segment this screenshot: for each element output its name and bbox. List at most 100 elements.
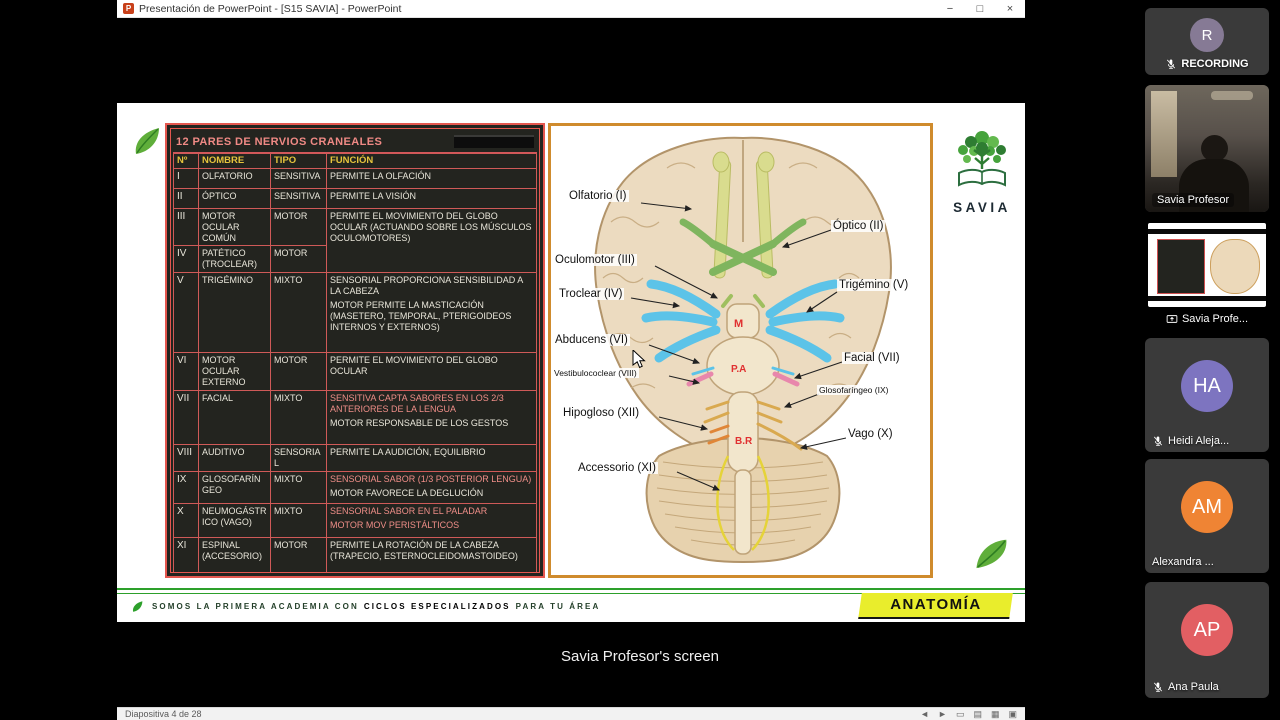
leaf-decoration-top-left (135, 128, 159, 154)
cell-name: GLOSOFARÍNGEO (198, 471, 271, 505)
column-header: FUNCIÓN (326, 153, 537, 169)
powerpoint-window: P Presentación de PowerPoint - [S15 SAVI… (117, 0, 1025, 720)
cell-number: III (173, 207, 199, 247)
cell-function: PERMITE EL MOVIMIENTO DEL GLOBO OCULAR (326, 352, 537, 392)
ceiling-light (1211, 91, 1253, 100)
chalkboard-eraser (454, 135, 534, 148)
savia-logo: SAVIA (937, 123, 1027, 215)
nerve-label-vagus: Vago (X) (846, 428, 895, 440)
table-row: I OLFATORIO SENSITIVA PERMITE LA OLFACIÓ… (173, 167, 537, 189)
leaf-decoration-bottom-right (976, 539, 1007, 569)
column-header: Nº (173, 153, 199, 169)
participant-name: Ana Paula (1168, 681, 1219, 693)
slide-indicator: Diapositiva 4 de 28 (125, 709, 202, 719)
cell-name: OLFATORIO (198, 167, 271, 189)
cell-function: PERMITE LA ROTACIÓN DE LA CABEZA (TRAPEC… (326, 537, 537, 572)
participant-name: Alexandra ... (1152, 556, 1214, 568)
thumbnail-letterbox (1148, 296, 1266, 301)
mic-off-icon (1153, 682, 1163, 692)
cell-type: MIXTO (270, 503, 327, 539)
previous-slide-button[interactable]: ◄ (920, 709, 929, 719)
blackboard-panel: 12 PARES DE NERVIOS CRANEALES Nº NOMBRE … (165, 123, 545, 578)
tagline-pre: SOMOS LA PRIMERA ACADEMIA CON (152, 601, 359, 611)
cell-number: IV (173, 245, 199, 274)
participant-tile-recording[interactable]: R RECORDING (1145, 8, 1269, 75)
cell-function: PERMITE EL MOVIMIENTO DEL GLOBO OCULAR (… (326, 207, 537, 274)
subject-label: ANATOMÍA (889, 596, 982, 613)
participant-tile-ana-paula[interactable]: AP Ana Paula (1145, 582, 1269, 698)
mic-off-icon (1167, 59, 1176, 69)
tree-icon (958, 131, 1006, 187)
cell-function: PERMITE LA OLFACIÓN (326, 167, 537, 189)
brainstem-label-m: M (734, 318, 743, 330)
participant-tile-heidi[interactable]: HA Heidi Aleja... (1145, 338, 1269, 452)
nerve-label-olfactory: Olfatorio (I) (567, 190, 629, 202)
cell-number: V (173, 272, 199, 354)
function-sensory: SENSORIAL PROPORCIONA SENSIBILIDAD A LA … (330, 275, 523, 297)
cell-name: ESPINAL (ACCESORIO) (198, 537, 271, 572)
tagline-post: PARA TU ÁREA (515, 601, 601, 611)
cell-number: II (173, 187, 199, 209)
cell-function: PERMITE LA VISIÓN (326, 187, 537, 209)
person-silhouette (1201, 135, 1228, 162)
avatar: AM (1181, 481, 1233, 533)
cell-name: AUDITIVO (198, 444, 271, 473)
table-row: II ÓPTICO SENSITIVA PERMITE LA VISIÓN (173, 187, 537, 209)
participant-name: RECORDING (1181, 58, 1249, 70)
cell-type: SENSITIVA (270, 187, 327, 209)
column-header: NOMBRE (198, 153, 271, 169)
participant-name: Savia Profe... (1181, 313, 1249, 325)
thumbnail-blackboard (1157, 239, 1205, 294)
avatar: R (1190, 18, 1224, 52)
cell-type: MOTOR (270, 352, 327, 392)
slideshow-view-button[interactable]: ▣ (1008, 709, 1017, 720)
participants-sidebar: R RECORDING Savia Profesor Savia Profe..… (1145, 0, 1269, 720)
cell-function: PERMITE LA AUDICIÓN, EQUILIBRIO (326, 444, 537, 473)
nerve-label-glossopharyngeal: Glosofaríngeo (IX) (817, 385, 891, 395)
cell-name: PATÉTICO (TROCLEAR) (198, 245, 271, 274)
cell-name: MOTOR OCULAR EXTERNO (198, 352, 271, 392)
cell-number: VIII (173, 444, 199, 473)
column-header: TIPO (270, 153, 327, 169)
footer-tagline: SOMOS LA PRIMERA ACADEMIA CON CICLOS ESP… (152, 602, 600, 611)
normal-view-button[interactable]: ▭ (956, 709, 965, 720)
thumbnail-letterbox (1148, 229, 1266, 234)
function-sensory: SENSITIVA CAPTA SABORES EN LOS 2/3 ANTER… (330, 393, 504, 415)
participant-name: Savia Profesor (1152, 193, 1235, 207)
mouse-cursor (632, 350, 646, 369)
cell-function: SENSITIVA CAPTA SABORES EN LOS 2/3 ANTER… (326, 390, 537, 446)
participant-tile-alexandra[interactable]: AM Alexandra ... (1145, 459, 1269, 573)
participant-tile-screen-share[interactable]: Savia Profe... (1145, 219, 1269, 330)
maximize-button[interactable]: □ (965, 0, 995, 17)
close-button[interactable]: × (995, 0, 1025, 17)
cell-type: MOTOR (270, 245, 327, 274)
brainstem-label-pa: P.A (731, 364, 746, 375)
nerve-label-abducens: Abducens (VI) (553, 334, 630, 346)
minimize-button[interactable]: − (935, 0, 965, 17)
cranial-nerves-table: Nº NOMBRE TIPO FUNCIÓN I OLFATORIO SENSI… (173, 153, 537, 572)
function-motor: MOTOR FAVORECE LA DEGLUCIÓN (330, 488, 484, 499)
tagline-bold: CICLOS ESPECIALIZADOS (363, 601, 511, 611)
cell-function: SENSORIAL SABOR EN EL PALADAR MOTOR MOV … (326, 503, 537, 539)
next-slide-button[interactable]: ► (938, 709, 947, 719)
window-title: Presentación de PowerPoint - [S15 SAVIA]… (139, 2, 402, 15)
nerve-label-optic: Óptico (II) (831, 220, 886, 232)
table-row: X NEUMOGÁSTRICO (VAGO) MIXTO SENSORIAL S… (173, 503, 537, 539)
leaf-icon (132, 600, 143, 612)
titlebar: P Presentación de PowerPoint - [S15 SAVI… (117, 0, 1025, 18)
table-row: VI MOTOR OCULAR EXTERNO MOTOR PERMITE EL… (173, 352, 537, 392)
screen-caption: Savia Profesor's screen (561, 648, 719, 665)
reading-view-button[interactable]: ▦ (991, 709, 1000, 720)
table-row: VIII AUDITIVO SENSORIAL PERMITE LA AUDIC… (173, 444, 537, 473)
slide-sorter-view-button[interactable]: ▤ (973, 709, 982, 720)
table-row: VII FACIAL MIXTO SENSITIVA CAPTA SABORES… (173, 390, 537, 446)
cell-name: TRIGÉMINO (198, 272, 271, 354)
subject-highlight: ANATOMÍA (857, 593, 1013, 619)
function-sensory: SENSORIAL SABOR EN EL PALADAR (330, 506, 488, 517)
participant-tile-savia-profesor[interactable]: Savia Profesor (1145, 85, 1269, 212)
participant-name: Heidi Aleja... (1168, 435, 1230, 447)
table-row: V TRIGÉMINO MIXTO SENSORIAL PROPORCIONA … (173, 272, 537, 354)
nerve-label-vestibulocochlear: Vestibulococlear (VIII) (552, 368, 639, 378)
brain-diagram-panel: M P.A B.R Olfatorio (I) Óptico (II) Ocul… (548, 123, 933, 578)
nerve-label-accessory: Accessorio (XI) (576, 462, 658, 474)
